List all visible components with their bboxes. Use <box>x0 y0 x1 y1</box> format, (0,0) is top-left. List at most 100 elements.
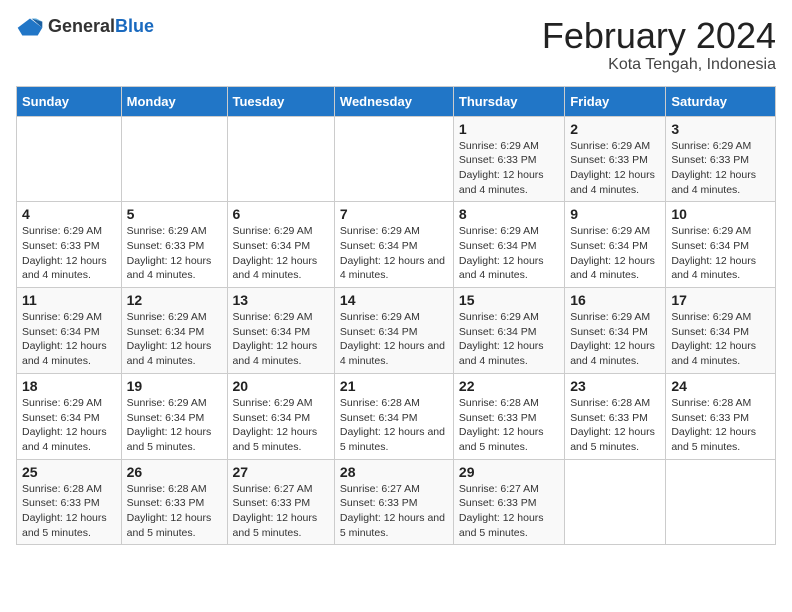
calendar-cell: 5 Sunrise: 6:29 AM Sunset: 6:33 PM Daylig… <box>121 202 227 288</box>
day-number: 11 <box>22 292 116 308</box>
calendar-cell: 20 Sunrise: 6:29 AM Sunset: 6:34 PM Dayli… <box>227 373 334 459</box>
calendar-cell: 3 Sunrise: 6:29 AM Sunset: 6:33 PM Daylig… <box>666 116 776 202</box>
day-number: 7 <box>340 206 448 222</box>
calendar-cell: 4 Sunrise: 6:29 AM Sunset: 6:33 PM Daylig… <box>17 202 122 288</box>
day-number: 23 <box>570 378 660 394</box>
calendar-header-row: SundayMondayTuesdayWednesdayThursdayFrid… <box>17 86 776 116</box>
day-detail: Sunrise: 6:29 AM Sunset: 6:34 PM Dayligh… <box>570 224 660 283</box>
week-row-1: 1 Sunrise: 6:29 AM Sunset: 6:33 PM Daylig… <box>17 116 776 202</box>
calendar-cell: 7Sunrise: 6:29 AM Sunset: 6:34 PM Daylig… <box>334 202 453 288</box>
logo-text-general: General <box>48 16 115 36</box>
logo: GeneralBlue <box>16 16 154 37</box>
calendar-cell: 12Sunrise: 6:29 AM Sunset: 6:34 PM Dayli… <box>121 288 227 374</box>
calendar-cell <box>17 116 122 202</box>
calendar-cell: 23 Sunrise: 6:28 AM Sunset: 6:33 PM Dayli… <box>565 373 666 459</box>
title-area: February 2024 Kota Tengah, Indonesia <box>542 16 776 74</box>
week-row-2: 4 Sunrise: 6:29 AM Sunset: 6:33 PM Daylig… <box>17 202 776 288</box>
day-number: 1 <box>459 121 559 137</box>
day-number: 28 <box>340 464 448 480</box>
calendar-cell: 11 Sunrise: 6:29 AM Sunset: 6:34 PM Dayli… <box>17 288 122 374</box>
day-detail: Sunrise: 6:29 AM Sunset: 6:34 PM Dayligh… <box>671 310 770 369</box>
day-detail: Sunrise: 6:29 AM Sunset: 6:34 PM Dayligh… <box>233 310 329 369</box>
sub-title: Kota Tengah, Indonesia <box>542 56 776 74</box>
calendar-cell <box>565 459 666 545</box>
day-detail: Sunrise: 6:29 AM Sunset: 6:34 PM Dayligh… <box>22 310 116 369</box>
calendar-cell: 18 Sunrise: 6:29 AM Sunset: 6:34 PM Dayli… <box>17 373 122 459</box>
day-detail: Sunrise: 6:28 AM Sunset: 6:33 PM Dayligh… <box>459 396 559 455</box>
header-wednesday: Wednesday <box>334 86 453 116</box>
calendar-cell: 8 Sunrise: 6:29 AM Sunset: 6:34 PM Daylig… <box>453 202 564 288</box>
day-detail: Sunrise: 6:29 AM Sunset: 6:33 PM Dayligh… <box>127 224 222 283</box>
calendar-cell: 6 Sunrise: 6:29 AM Sunset: 6:34 PM Daylig… <box>227 202 334 288</box>
day-detail: Sunrise: 6:29 AM Sunset: 6:34 PM Dayligh… <box>22 396 116 455</box>
calendar-cell <box>121 116 227 202</box>
day-number: 15 <box>459 292 559 308</box>
header: GeneralBlue February 2024 Kota Tengah, I… <box>16 16 776 74</box>
day-detail: Sunrise: 6:29 AM Sunset: 6:34 PM Dayligh… <box>340 310 448 369</box>
week-row-4: 18 Sunrise: 6:29 AM Sunset: 6:34 PM Dayli… <box>17 373 776 459</box>
logo-icon <box>16 17 44 37</box>
day-number: 4 <box>22 206 116 222</box>
day-detail: Sunrise: 6:27 AM Sunset: 6:33 PM Dayligh… <box>233 482 329 541</box>
day-detail: Sunrise: 6:27 AM Sunset: 6:33 PM Dayligh… <box>340 482 448 541</box>
calendar-cell: 22 Sunrise: 6:28 AM Sunset: 6:33 PM Dayli… <box>453 373 564 459</box>
calendar-cell: 10 Sunrise: 6:29 AM Sunset: 6:34 PM Dayli… <box>666 202 776 288</box>
day-number: 10 <box>671 206 770 222</box>
calendar-cell: 28 Sunrise: 6:27 AM Sunset: 6:33 PM Dayli… <box>334 459 453 545</box>
day-detail: Sunrise: 6:29 AM Sunset: 6:34 PM Dayligh… <box>233 396 329 455</box>
header-monday: Monday <box>121 86 227 116</box>
day-detail: Sunrise: 6:29 AM Sunset: 6:33 PM Dayligh… <box>22 224 116 283</box>
calendar-cell: 17Sunrise: 6:29 AM Sunset: 6:34 PM Dayli… <box>666 288 776 374</box>
day-number: 22 <box>459 378 559 394</box>
calendar-cell <box>227 116 334 202</box>
day-number: 16 <box>570 292 660 308</box>
week-row-5: 25 Sunrise: 6:28 AM Sunset: 6:33 PM Dayli… <box>17 459 776 545</box>
day-number: 19 <box>127 378 222 394</box>
day-number: 24 <box>671 378 770 394</box>
calendar-cell: 13 Sunrise: 6:29 AM Sunset: 6:34 PM Dayli… <box>227 288 334 374</box>
calendar-cell: 26 Sunrise: 6:28 AM Sunset: 6:33 PM Dayli… <box>121 459 227 545</box>
day-number: 5 <box>127 206 222 222</box>
day-number: 14 <box>340 292 448 308</box>
header-tuesday: Tuesday <box>227 86 334 116</box>
day-detail: Sunrise: 6:29 AM Sunset: 6:33 PM Dayligh… <box>570 139 660 198</box>
day-number: 2 <box>570 121 660 137</box>
header-sunday: Sunday <box>17 86 122 116</box>
header-saturday: Saturday <box>666 86 776 116</box>
main-title: February 2024 <box>542 16 776 56</box>
logo-text-blue: Blue <box>115 16 154 36</box>
day-number: 6 <box>233 206 329 222</box>
day-detail: Sunrise: 6:28 AM Sunset: 6:33 PM Dayligh… <box>22 482 116 541</box>
day-number: 20 <box>233 378 329 394</box>
header-thursday: Thursday <box>453 86 564 116</box>
calendar-cell: 9Sunrise: 6:29 AM Sunset: 6:34 PM Daylig… <box>565 202 666 288</box>
day-number: 27 <box>233 464 329 480</box>
day-number: 13 <box>233 292 329 308</box>
day-number: 25 <box>22 464 116 480</box>
calendar-cell: 27 Sunrise: 6:27 AM Sunset: 6:33 PM Dayli… <box>227 459 334 545</box>
header-friday: Friday <box>565 86 666 116</box>
calendar-cell: 14 Sunrise: 6:29 AM Sunset: 6:34 PM Dayli… <box>334 288 453 374</box>
day-number: 8 <box>459 206 559 222</box>
day-number: 18 <box>22 378 116 394</box>
calendar-cell: 2 Sunrise: 6:29 AM Sunset: 6:33 PM Daylig… <box>565 116 666 202</box>
calendar-cell: 25 Sunrise: 6:28 AM Sunset: 6:33 PM Dayli… <box>17 459 122 545</box>
day-detail: Sunrise: 6:28 AM Sunset: 6:33 PM Dayligh… <box>671 396 770 455</box>
week-row-3: 11 Sunrise: 6:29 AM Sunset: 6:34 PM Dayli… <box>17 288 776 374</box>
day-number: 3 <box>671 121 770 137</box>
day-detail: Sunrise: 6:28 AM Sunset: 6:33 PM Dayligh… <box>127 482 222 541</box>
day-detail: Sunrise: 6:29 AM Sunset: 6:34 PM Dayligh… <box>459 224 559 283</box>
day-number: 21 <box>340 378 448 394</box>
day-number: 26 <box>127 464 222 480</box>
calendar-cell <box>666 459 776 545</box>
day-detail: Sunrise: 6:29 AM Sunset: 6:34 PM Dayligh… <box>671 224 770 283</box>
day-detail: Sunrise: 6:29 AM Sunset: 6:33 PM Dayligh… <box>671 139 770 198</box>
calendar-cell: 15 Sunrise: 6:29 AM Sunset: 6:34 PM Dayli… <box>453 288 564 374</box>
day-detail: Sunrise: 6:27 AM Sunset: 6:33 PM Dayligh… <box>459 482 559 541</box>
day-detail: Sunrise: 6:29 AM Sunset: 6:34 PM Dayligh… <box>570 310 660 369</box>
day-detail: Sunrise: 6:29 AM Sunset: 6:34 PM Dayligh… <box>233 224 329 283</box>
day-detail: Sunrise: 6:29 AM Sunset: 6:34 PM Dayligh… <box>459 310 559 369</box>
day-detail: Sunrise: 6:29 AM Sunset: 6:34 PM Dayligh… <box>127 396 222 455</box>
day-detail: Sunrise: 6:28 AM Sunset: 6:33 PM Dayligh… <box>570 396 660 455</box>
calendar-cell: 16 Sunrise: 6:29 AM Sunset: 6:34 PM Dayli… <box>565 288 666 374</box>
